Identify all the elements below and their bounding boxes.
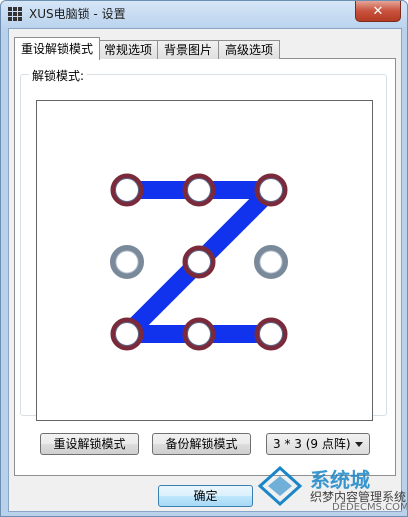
pattern-node-selected[interactable] [182, 317, 216, 351]
client-area: 重设解锁模式 常规选项 背景图片 高级选项 解锁模式: 重设解锁模式 备份解锁模… [8, 28, 402, 512]
pattern-svg [110, 173, 288, 351]
pattern-node[interactable] [110, 245, 144, 279]
pattern-node-selected[interactable] [110, 173, 144, 207]
tab-general[interactable]: 常规选项 [98, 40, 158, 59]
pattern-canvas[interactable] [36, 100, 373, 421]
ok-button[interactable]: 确定 [158, 485, 253, 507]
pattern-node-selected[interactable] [182, 245, 216, 279]
chevron-down-icon [355, 442, 363, 447]
pattern-node-selected[interactable] [110, 317, 144, 351]
title-bar[interactable]: XUS电脑锁 - 设置 ✕ [1, 1, 407, 27]
pattern-node-selected[interactable] [254, 173, 288, 207]
grid-size-select[interactable]: 3 * 3 (9 点阵) [266, 433, 370, 455]
tab-background[interactable]: 背景图片 [157, 40, 219, 59]
settings-window: XUS电脑锁 - 设置 ✕ 重设解锁模式 常规选项 背景图片 高级选项 解锁模式… [0, 0, 408, 517]
tab-advanced[interactable]: 高级选项 [218, 40, 280, 59]
reset-pattern-button[interactable]: 重设解锁模式 [40, 433, 139, 455]
pattern-node[interactable] [254, 245, 288, 279]
close-icon: ✕ [372, 3, 384, 19]
watermark: 系统城 织梦内容管理系统 DEDECMS.COM [252, 460, 407, 516]
grid-size-value: 3 * 3 (9 点阵) [273, 437, 351, 451]
tab-reset-pattern[interactable]: 重设解锁模式 [14, 37, 100, 60]
window-title: XUS电脑锁 - 设置 [29, 7, 126, 21]
app-grid-icon [8, 7, 22, 21]
pattern-node-selected[interactable] [182, 173, 216, 207]
backup-pattern-button[interactable]: 备份解锁模式 [152, 433, 251, 455]
pattern-node-selected[interactable] [254, 317, 288, 351]
windows-logo-icon [257, 465, 303, 507]
watermark-line3: DEDECMS.COM [332, 502, 408, 513]
close-button[interactable]: ✕ [355, 1, 401, 22]
group-label: 解锁模式: [29, 67, 88, 84]
